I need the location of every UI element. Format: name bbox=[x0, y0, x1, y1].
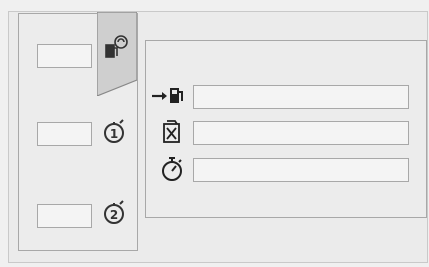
trip-2-icon[interactable]: 2 bbox=[100, 199, 128, 227]
svg-text:1: 1 bbox=[110, 127, 118, 141]
display-value-box-3 bbox=[37, 204, 92, 228]
fuel-can-icon bbox=[163, 120, 180, 143]
fuel-range-field bbox=[193, 85, 409, 109]
display-value-box-2 bbox=[37, 122, 92, 146]
stopwatch-icon bbox=[162, 157, 182, 181]
elapsed-time-field bbox=[193, 158, 409, 182]
active-tab-fuel[interactable] bbox=[97, 12, 137, 96]
svg-text:2: 2 bbox=[110, 208, 118, 222]
fuel-range-icon bbox=[152, 88, 183, 103]
fuel-used-field bbox=[193, 121, 409, 145]
display-value-box-1 bbox=[37, 44, 92, 68]
trip-1-icon[interactable]: 1 bbox=[100, 118, 128, 146]
